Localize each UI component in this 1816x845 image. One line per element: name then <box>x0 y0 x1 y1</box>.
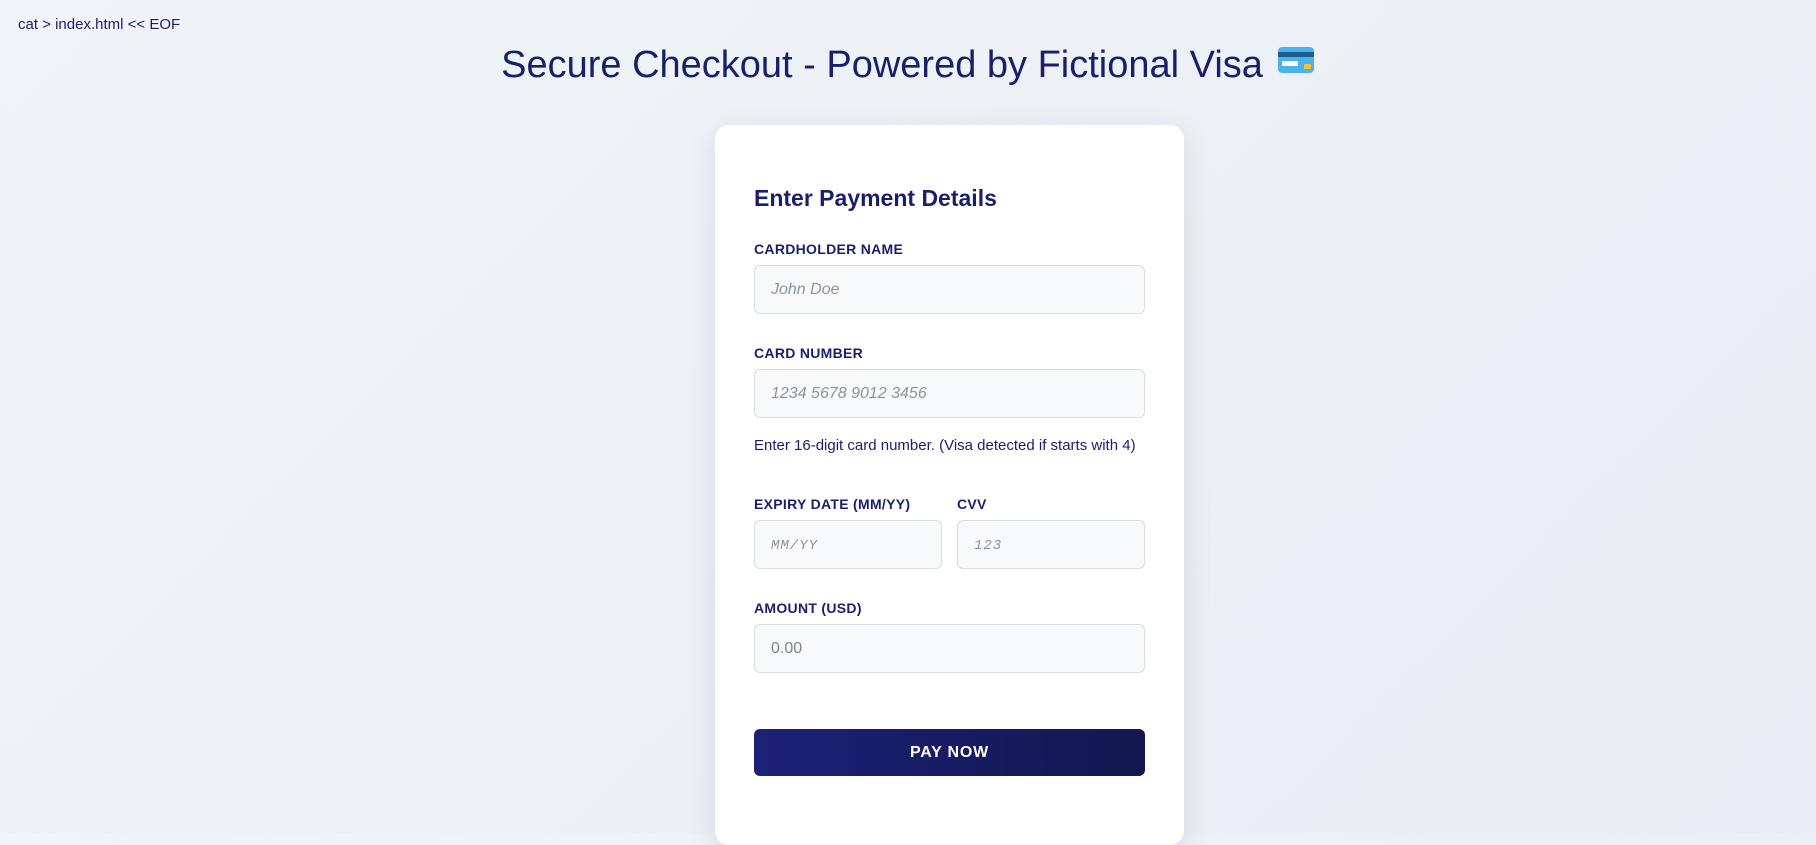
card-number-input[interactable] <box>754 369 1145 418</box>
page-title: Secure Checkout - Powered by Fictional V… <box>0 44 1816 88</box>
pay-now-button[interactable]: PAY NOW <box>754 729 1145 776</box>
card-number-label: CARD NUMBER <box>754 345 864 361</box>
expiry-date-label: EXPIRY DATE (MM/YY) <box>754 496 911 512</box>
credit-card-icon <box>1277 42 1315 85</box>
cvv-label: CVV <box>957 496 987 512</box>
page-title-text: Secure Checkout - Powered by Fictional V… <box>501 44 1263 86</box>
cardholder-name-label: CARDHOLDER NAME <box>754 241 904 257</box>
payment-card: Enter Payment Details CARDHOLDER NAME CA… <box>715 125 1184 845</box>
card-number-hint: Enter 16-digit card number. (Visa detect… <box>754 437 1136 454</box>
cvv-input[interactable] <box>957 520 1145 569</box>
expiry-date-input[interactable] <box>754 520 942 569</box>
terminal-command-text: cat > index.html << EOF <box>18 16 181 33</box>
amount-label: AMOUNT (USD) <box>754 600 862 616</box>
form-heading: Enter Payment Details <box>754 185 997 211</box>
amount-input[interactable] <box>754 624 1145 673</box>
cardholder-name-input[interactable] <box>754 265 1145 314</box>
